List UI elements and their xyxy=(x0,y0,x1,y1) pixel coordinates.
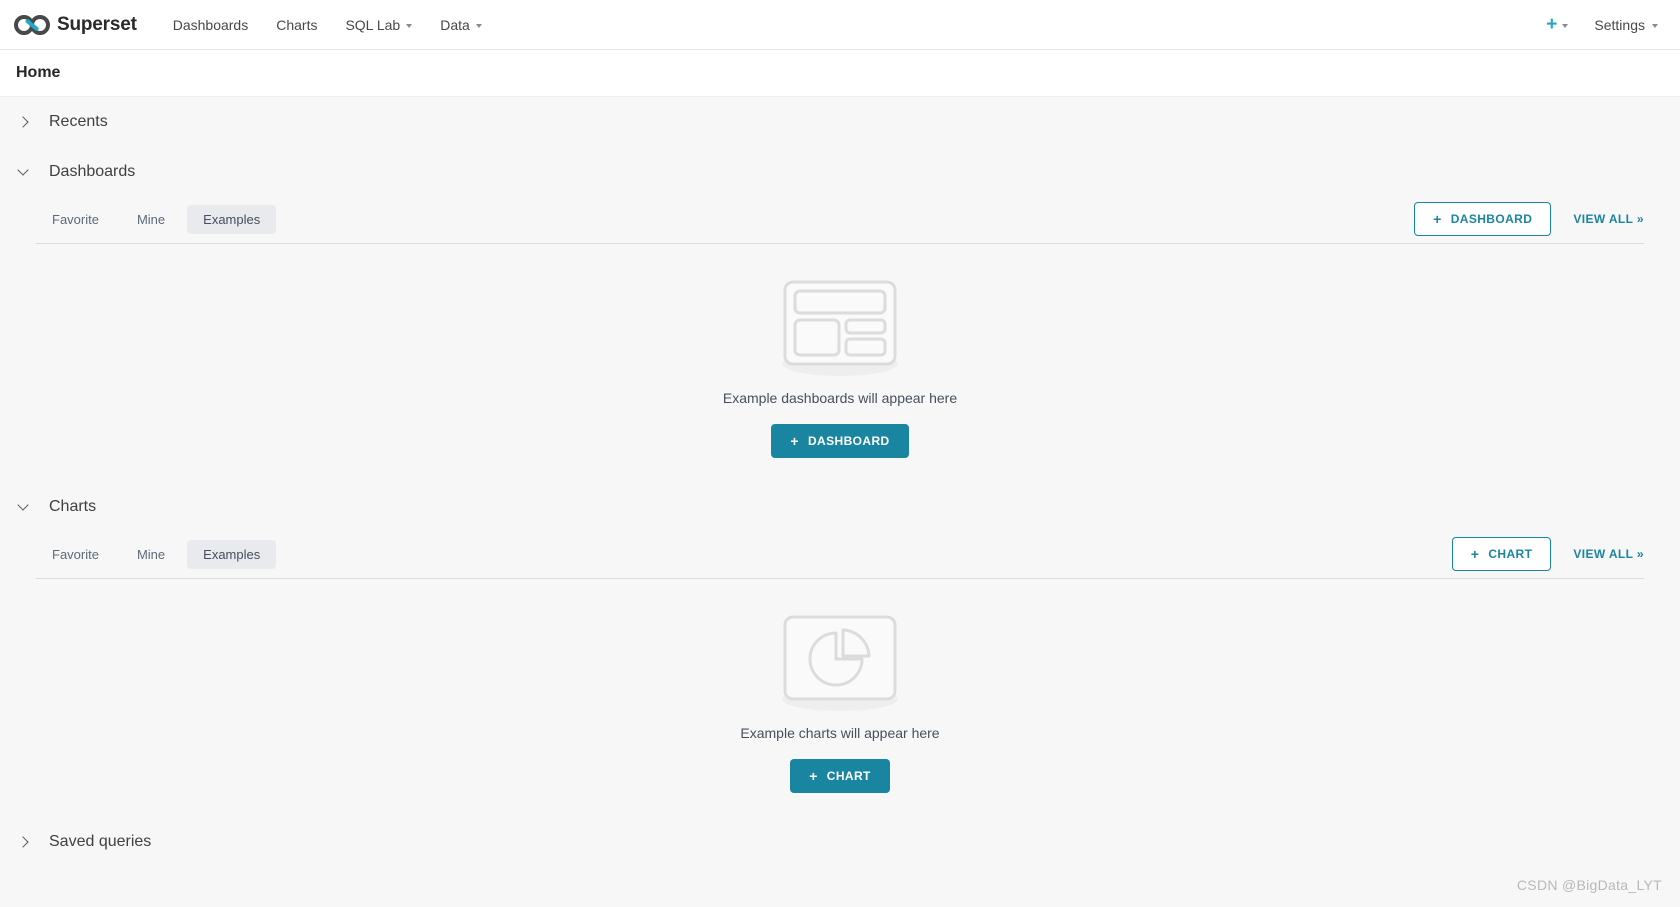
dashboards-empty-text: Example dashboards will appear here xyxy=(723,390,957,406)
section-header-saved-queries[interactable]: Saved queries xyxy=(0,817,1680,867)
view-all-charts-link[interactable]: VIEW ALL » xyxy=(1573,547,1644,561)
tab-label: Favorite xyxy=(52,212,99,227)
chevron-down-icon xyxy=(1652,24,1658,28)
main-nav: Dashboards Charts SQL Lab Data xyxy=(159,11,496,39)
dashboards-empty-state: Example dashboards will appear here + DA… xyxy=(36,244,1644,482)
settings-label: Settings xyxy=(1594,17,1645,33)
watermark: CSDN @BigData_LYT xyxy=(1517,877,1662,893)
plus-icon: + xyxy=(809,769,818,783)
nav-item-data[interactable]: Data xyxy=(426,11,496,39)
dashboards-toolbar-actions: + DASHBOARD VIEW ALL » xyxy=(1414,202,1644,236)
section-title-recents: Recents xyxy=(49,113,108,131)
new-item-menu[interactable]: + xyxy=(1540,11,1574,38)
plus-icon: + xyxy=(1471,547,1480,561)
tab-label: Mine xyxy=(137,212,165,227)
tab-label: Favorite xyxy=(52,547,99,562)
plus-icon: + xyxy=(1546,15,1557,34)
section-title-charts: Charts xyxy=(49,498,96,516)
section-header-charts[interactable]: Charts xyxy=(0,482,1680,532)
tab-charts-favorite[interactable]: Favorite xyxy=(36,540,115,569)
section-body-charts: Favorite Mine Examples + CHART VIEW ALL … xyxy=(0,532,1680,817)
section-header-dashboards[interactable]: Dashboards xyxy=(0,147,1680,197)
chevron-right-icon xyxy=(18,836,31,849)
section-title-dashboards: Dashboards xyxy=(49,163,135,181)
section-body-dashboards: Favorite Mine Examples + DASHBOARD VIEW … xyxy=(0,197,1680,482)
top-navbar: Superset Dashboards Charts SQL Lab Data … xyxy=(0,0,1680,50)
tab-label: Examples xyxy=(203,547,260,562)
empty-create-chart-button[interactable]: + CHART xyxy=(790,759,890,793)
page-title: Home xyxy=(16,64,60,82)
create-chart-button[interactable]: + CHART xyxy=(1452,537,1552,571)
section-title-saved-queries: Saved queries xyxy=(49,833,151,851)
chevron-down-icon xyxy=(406,24,412,28)
page-header: Home xyxy=(0,50,1680,97)
create-dashboard-label: DASHBOARD xyxy=(1451,212,1533,226)
charts-toolbar: Favorite Mine Examples + CHART VIEW ALL … xyxy=(36,532,1644,578)
charts-tabs: Favorite Mine Examples xyxy=(36,540,276,569)
plus-icon: + xyxy=(1433,212,1442,226)
nav-item-charts[interactable]: Charts xyxy=(262,11,331,39)
tab-dashboards-examples[interactable]: Examples xyxy=(187,205,276,234)
brand-home-link[interactable]: Superset xyxy=(14,14,137,36)
empty-create-dashboard-label: DASHBOARD xyxy=(808,434,890,448)
tab-label: Mine xyxy=(137,547,165,562)
home-content: Recents Dashboards Favorite Mine Example… xyxy=(0,97,1680,867)
view-all-dashboards-link[interactable]: VIEW ALL » xyxy=(1573,212,1644,226)
chevron-right-icon xyxy=(18,116,31,129)
chevron-down-icon xyxy=(476,24,482,28)
brand-text: Superset xyxy=(57,14,137,36)
dashboards-toolbar: Favorite Mine Examples + DASHBOARD VIEW … xyxy=(36,197,1644,243)
create-dashboard-button[interactable]: + DASHBOARD xyxy=(1414,202,1551,236)
chevron-down-icon xyxy=(1562,24,1568,28)
pie-chart-placeholder-icon xyxy=(764,609,916,719)
dashboards-tabs: Favorite Mine Examples xyxy=(36,205,276,234)
tab-dashboards-favorite[interactable]: Favorite xyxy=(36,205,115,234)
tab-charts-examples[interactable]: Examples xyxy=(187,540,276,569)
nav-item-label: SQL Lab xyxy=(345,17,400,33)
plus-icon: + xyxy=(790,434,799,448)
nav-item-label: Data xyxy=(440,17,470,33)
empty-create-dashboard-button[interactable]: + DASHBOARD xyxy=(771,424,908,458)
nav-item-sql-lab[interactable]: SQL Lab xyxy=(331,11,426,39)
settings-menu[interactable]: Settings xyxy=(1594,17,1658,33)
nav-item-dashboards[interactable]: Dashboards xyxy=(159,11,263,39)
chevron-down-icon xyxy=(18,166,31,179)
empty-create-chart-label: CHART xyxy=(827,769,871,783)
charts-toolbar-actions: + CHART VIEW ALL » xyxy=(1452,537,1644,571)
dashboard-placeholder-icon xyxy=(764,274,916,384)
chevron-down-icon xyxy=(18,501,31,514)
nav-item-label: Dashboards xyxy=(173,17,249,33)
nav-item-label: Charts xyxy=(276,17,317,33)
infinity-logo-icon xyxy=(14,14,50,36)
charts-empty-text: Example charts will appear here xyxy=(740,725,939,741)
tab-label: Examples xyxy=(203,212,260,227)
tab-dashboards-mine[interactable]: Mine xyxy=(121,205,181,234)
charts-empty-state: Example charts will appear here + CHART xyxy=(36,579,1644,817)
tab-charts-mine[interactable]: Mine xyxy=(121,540,181,569)
create-chart-label: CHART xyxy=(1488,547,1532,561)
navbar-right: + Settings xyxy=(1540,11,1658,38)
section-header-recents[interactable]: Recents xyxy=(0,97,1680,147)
